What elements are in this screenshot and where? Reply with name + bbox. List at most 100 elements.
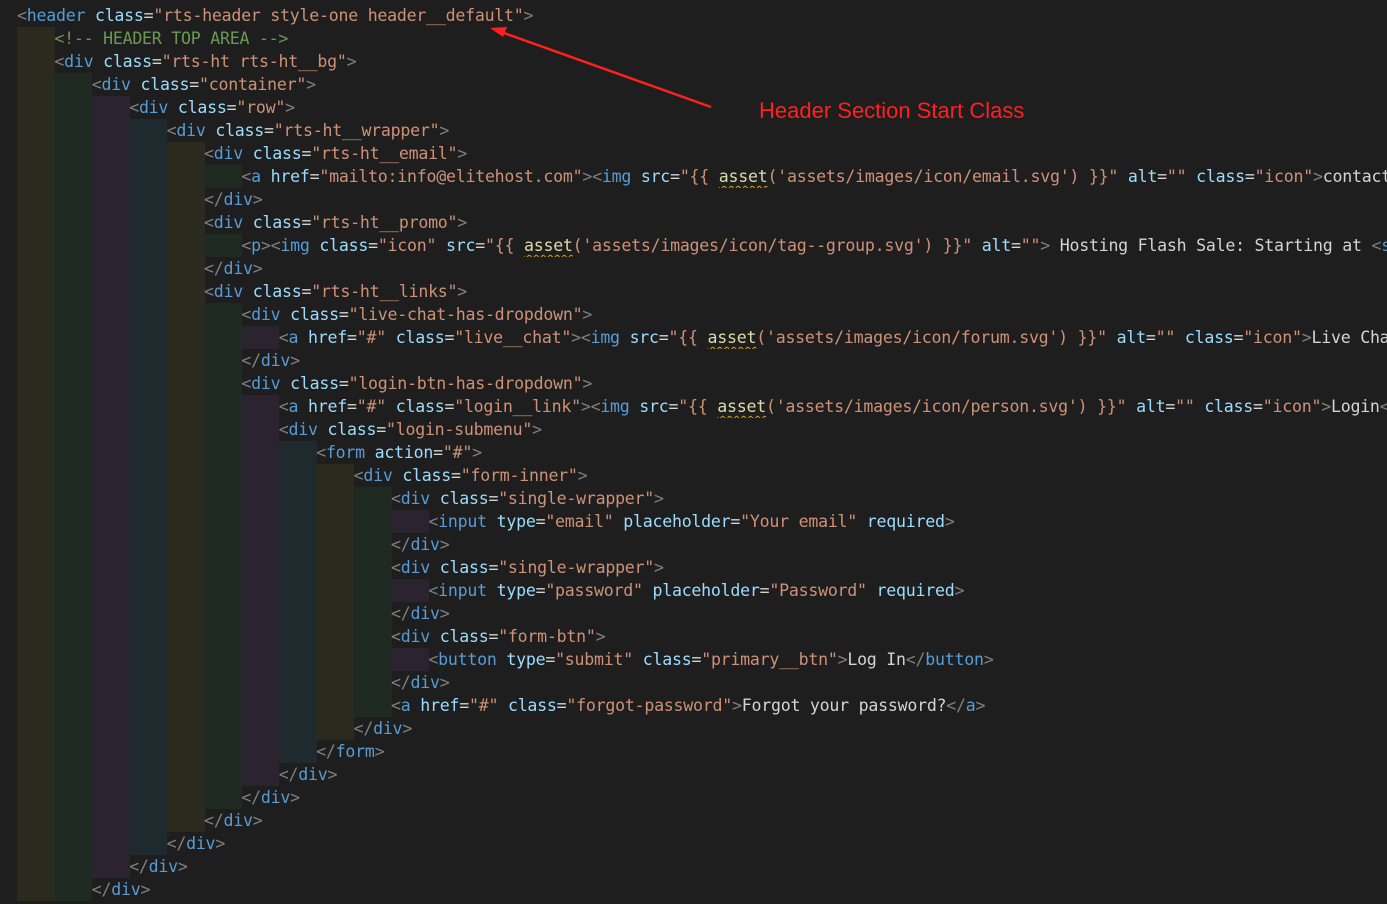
indent-guide bbox=[316, 694, 355, 717]
code-token: div bbox=[148, 857, 178, 876]
code-line[interactable]: <div class="rts-ht__wrapper"> bbox=[0, 119, 1387, 142]
code-token: p bbox=[251, 236, 261, 255]
code-token: "#" bbox=[468, 696, 499, 715]
code-line[interactable]: <input type="password" placeholder="Pass… bbox=[0, 579, 1387, 602]
code-token: </ bbox=[391, 535, 411, 554]
code-token: < bbox=[391, 696, 401, 715]
code-line[interactable]: <div class="rts-ht__email"> bbox=[0, 142, 1387, 165]
code-line[interactable]: <a href="mailto:info@elitehost.com"><img… bbox=[0, 165, 1387, 188]
code-line[interactable]: <div class="form-btn"> bbox=[0, 625, 1387, 648]
code-line[interactable]: </div> bbox=[0, 257, 1387, 280]
code-line[interactable]: </div> bbox=[0, 533, 1387, 556]
indent-guide bbox=[17, 142, 55, 165]
indent-guide bbox=[129, 763, 168, 786]
indent-guide bbox=[166, 418, 205, 441]
code-token: = bbox=[1145, 328, 1156, 347]
indent-guide bbox=[278, 625, 317, 648]
code-line[interactable]: <div class="form-inner"> bbox=[0, 464, 1387, 487]
code-token: </ bbox=[204, 259, 224, 278]
code-token: "email" bbox=[545, 512, 614, 531]
code-line[interactable]: <div class="login-btn-has-dropdown"> bbox=[0, 372, 1387, 395]
code-line[interactable]: <div class="row"> bbox=[0, 96, 1387, 119]
code-line[interactable]: <div class="live-chat-has-dropdown"> bbox=[0, 303, 1387, 326]
code-line[interactable]: </div> bbox=[0, 855, 1387, 878]
indent-guide bbox=[129, 832, 168, 855]
code-editor[interactable]: <header class="rts-header style-one head… bbox=[0, 0, 1387, 904]
code-line[interactable]: <p><img class="icon" src="{{ asset('asse… bbox=[0, 234, 1387, 257]
indent-guide bbox=[17, 694, 55, 717]
indent-guide bbox=[54, 786, 93, 809]
code-token: type bbox=[506, 650, 546, 669]
code-token: > bbox=[582, 374, 593, 393]
code-token: class bbox=[252, 213, 302, 232]
code-line[interactable]: <form action="#"> bbox=[0, 441, 1387, 464]
code-line[interactable]: </form> bbox=[0, 740, 1387, 763]
code-line[interactable]: </div> bbox=[0, 786, 1387, 809]
code-line[interactable]: <button type="submit" class="primary__bt… bbox=[0, 648, 1387, 671]
indent-guide bbox=[91, 234, 130, 257]
code-line[interactable]: </div> bbox=[0, 671, 1387, 694]
indent-guide bbox=[54, 533, 93, 556]
code-line[interactable]: </div> bbox=[0, 763, 1387, 786]
code-line[interactable]: <a href="#" class="forgot-password">Forg… bbox=[0, 694, 1387, 717]
code-token: img bbox=[590, 328, 620, 347]
code-token: < bbox=[391, 627, 401, 646]
code-line[interactable]: </div> bbox=[0, 602, 1387, 625]
code-token: = bbox=[545, 650, 556, 669]
code-token: div bbox=[213, 144, 243, 163]
indent-guide bbox=[166, 188, 205, 211]
indent-guide bbox=[316, 487, 355, 510]
code-line[interactable]: <div class="rts-ht__promo"> bbox=[0, 211, 1387, 234]
code-line[interactable]: <div class="single-wrapper"> bbox=[0, 487, 1387, 510]
code-token: > bbox=[523, 6, 534, 25]
code-token: = bbox=[301, 213, 312, 232]
code-token: "single-wrapper" bbox=[498, 558, 655, 577]
code-token: button bbox=[438, 650, 497, 669]
code-line[interactable]: </div> bbox=[0, 832, 1387, 855]
code-line[interactable]: <div class="rts-ht rts-ht__bg"> bbox=[0, 50, 1387, 73]
code-line[interactable]: <div class="login-submenu"> bbox=[0, 418, 1387, 441]
code-line[interactable]: <!-- HEADER TOP AREA --> bbox=[0, 27, 1387, 50]
code-token: ('assets/images/icon/person.svg') }}" bbox=[765, 397, 1127, 416]
indent-guide bbox=[54, 717, 93, 740]
code-line[interactable]: </div> bbox=[0, 188, 1387, 211]
indent-guide bbox=[91, 395, 130, 418]
code-token: > bbox=[1301, 328, 1312, 347]
indent-guide bbox=[17, 832, 55, 855]
code-line[interactable]: <input type="email" placeholder="Your em… bbox=[0, 510, 1387, 533]
code-line[interactable]: <div class="single-wrapper"> bbox=[0, 556, 1387, 579]
indent-guide bbox=[241, 441, 280, 464]
code-token: = bbox=[759, 581, 770, 600]
code-line[interactable]: </div> bbox=[0, 349, 1387, 372]
code-token: < bbox=[241, 167, 252, 186]
code-token: </ bbox=[241, 788, 261, 807]
code-token: class bbox=[140, 75, 190, 94]
code-line[interactable]: <div class="rts-ht__links"> bbox=[0, 280, 1387, 303]
indent-guide bbox=[129, 303, 168, 326]
indent-guide bbox=[129, 740, 168, 763]
code-token: </ bbox=[946, 696, 966, 715]
indent-guide bbox=[278, 602, 317, 625]
code-token: = bbox=[1157, 167, 1167, 186]
code-line[interactable]: <a href="#" class="login__link"><img src… bbox=[0, 395, 1387, 418]
code-line[interactable]: </div> bbox=[0, 878, 1387, 901]
indent-guide bbox=[353, 556, 392, 579]
code-line[interactable]: <div class="container"> bbox=[0, 73, 1387, 96]
code-token: = bbox=[488, 558, 499, 577]
code-token: < bbox=[278, 420, 289, 439]
code-line[interactable]: <a href="#" class="live__chat"><img src=… bbox=[0, 326, 1387, 349]
code-line[interactable]: </div> bbox=[0, 809, 1387, 832]
code-line[interactable]: </div> bbox=[0, 717, 1387, 740]
indent-guide bbox=[129, 786, 168, 809]
code-token: > bbox=[1040, 236, 1050, 255]
indent-guide bbox=[166, 671, 205, 694]
code-token: > bbox=[346, 52, 357, 71]
code-token: > bbox=[1321, 397, 1331, 416]
code-token: = bbox=[338, 305, 349, 324]
indent-guide bbox=[241, 763, 280, 786]
code-line[interactable]: <header class="rts-header style-one head… bbox=[0, 4, 1387, 27]
code-token: Live Chat bbox=[1311, 328, 1387, 347]
